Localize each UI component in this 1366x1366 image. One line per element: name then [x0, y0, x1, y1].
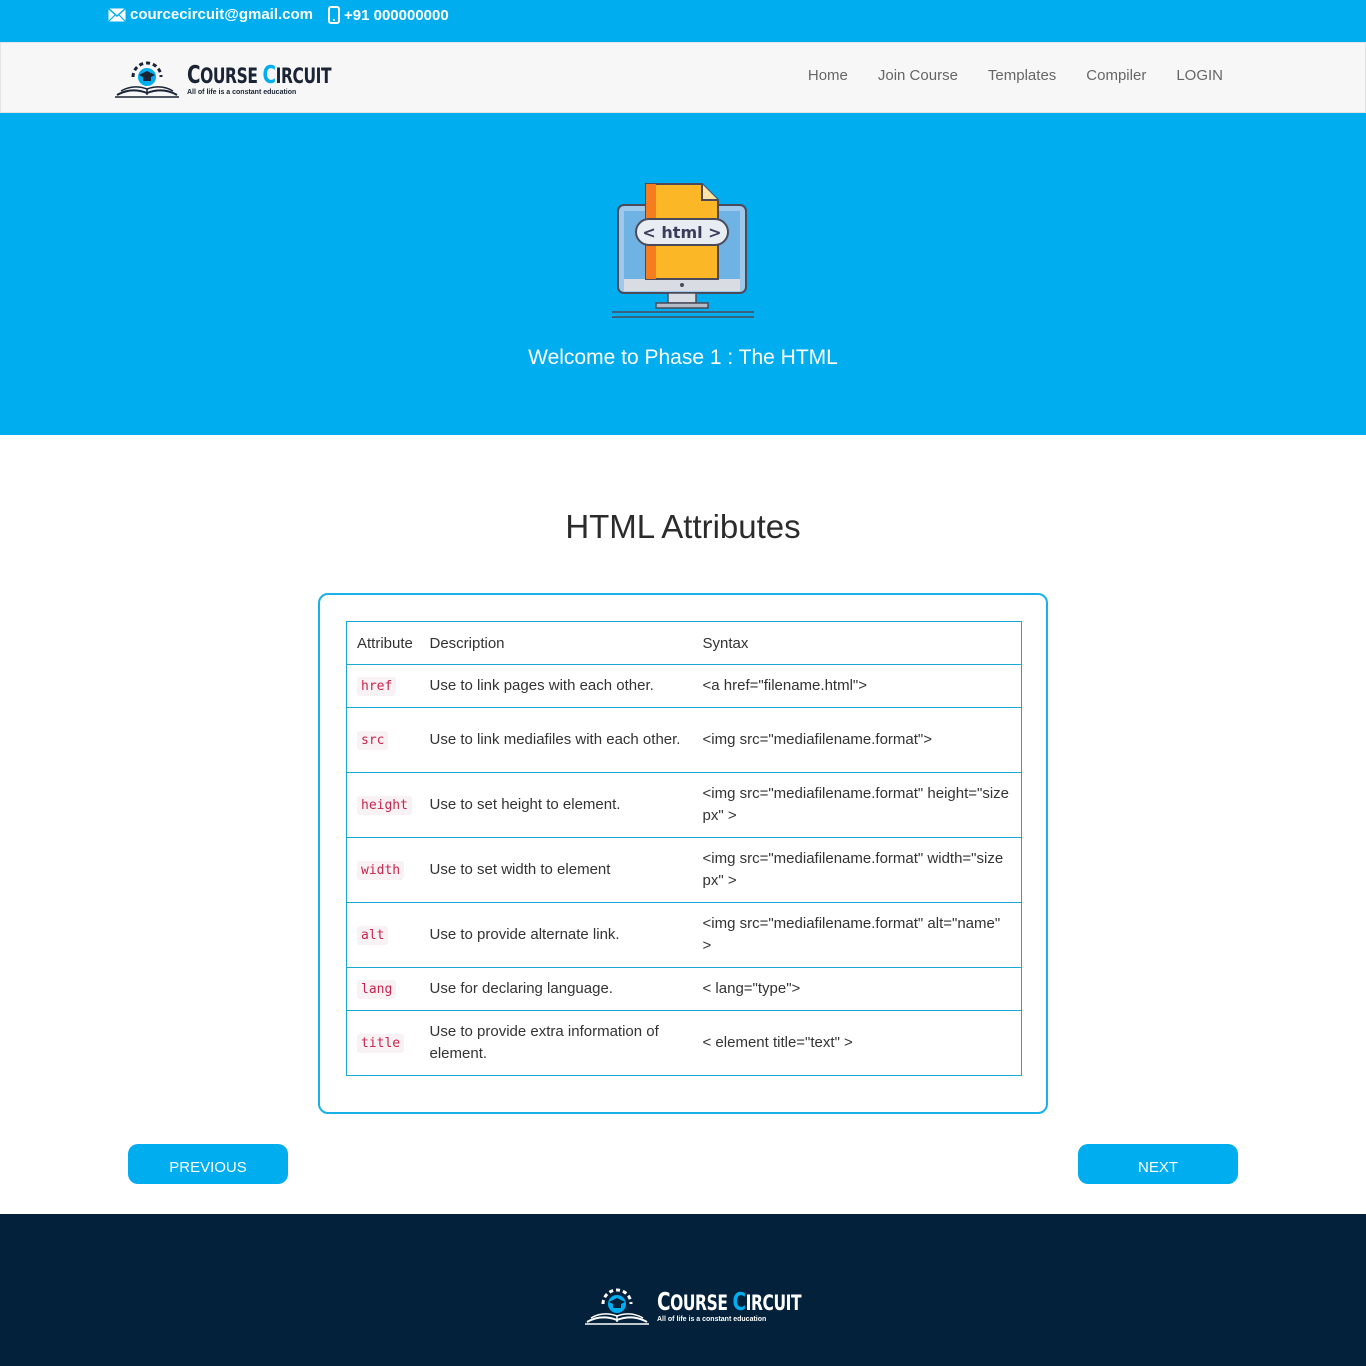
attribute-description: Use to link pages with each other.	[429, 664, 703, 708]
attribute-syntax: <img src="mediafilename.format" width="s…	[702, 837, 1022, 903]
attribute-code: height	[357, 795, 412, 815]
nav-templates[interactable]: Templates	[988, 67, 1056, 84]
table-row: lang Use for declaring language. < lang=…	[346, 967, 1022, 1011]
brand-name: COURSE CIRCUIT	[187, 60, 332, 89]
table-row: title Use to provide extra information o…	[346, 1010, 1022, 1076]
nav-login[interactable]: LOGIN	[1176, 67, 1223, 84]
header-description: Description	[429, 621, 703, 665]
contact-phone[interactable]: +91 000000000	[328, 6, 449, 24]
brand-logo[interactable]: COURSE CIRCUIT All of life is a constant…	[113, 57, 363, 101]
nav-compiler[interactable]: Compiler	[1086, 67, 1146, 84]
attribute-code: title	[357, 1033, 405, 1053]
attribute-description: Use to set height to element.	[429, 772, 703, 838]
attribute-syntax: < element title="text" >	[702, 1010, 1022, 1076]
footer: COURSE CIRCUIT All of life is a constant…	[0, 1214, 1366, 1366]
book-graduation-cap-icon	[115, 61, 179, 98]
attribute-description: Use to link mediafiles with each other.	[429, 707, 703, 773]
next-button[interactable]: NEXT	[1078, 1144, 1238, 1184]
attributes-card: Attribute Description Syntax href Use to…	[318, 593, 1048, 1114]
nav-join-course[interactable]: Join Course	[878, 67, 958, 84]
attribute-code: width	[357, 860, 405, 880]
attribute-syntax: < lang="type">	[702, 967, 1022, 1011]
brand-tagline: All of life is a constant education	[187, 89, 297, 96]
table-row: alt Use to provide alternate link. <img …	[346, 902, 1022, 968]
hero-banner: < html > Welcome to Phase 1 : The HTML	[0, 113, 1366, 435]
attribute-description: Use to provide alternate link.	[429, 902, 703, 968]
attribute-syntax: <img src="mediafilename.format">	[702, 707, 1022, 773]
attributes-table: Attribute Description Syntax href Use to…	[346, 621, 1022, 1076]
attribute-syntax: <img src="mediafilename.format" height="…	[702, 772, 1022, 838]
attribute-description: Use to provide extra information of elem…	[429, 1010, 703, 1076]
book-graduation-cap-icon	[585, 1288, 649, 1325]
attribute-syntax: <a href="filename.html">	[702, 664, 1022, 708]
attribute-code: href	[357, 676, 397, 696]
previous-button[interactable]: PREVIOUS	[128, 1144, 288, 1184]
attribute-code: alt	[357, 925, 389, 945]
footer-brand-tagline: All of life is a constant education	[657, 1316, 767, 1323]
header-syntax: Syntax	[702, 621, 1022, 665]
contact-email-text: courcecircuit@gmail.com	[130, 6, 314, 23]
table-header-row: Attribute Description Syntax	[346, 621, 1022, 665]
main-nav: Home Join Course Templates Compiler LOGI…	[808, 67, 1223, 84]
navbar: COURSE CIRCUIT All of life is a constant…	[0, 42, 1366, 113]
attribute-code: lang	[357, 979, 397, 999]
contact-email[interactable]: courcecircuit@gmail.com	[108, 6, 313, 23]
table-row: width Use to set width to element <img s…	[346, 837, 1022, 903]
svg-text:< html >: < html >	[642, 223, 721, 242]
footer-brand-name: COURSE CIRCUIT	[657, 1287, 802, 1316]
table-row: src Use to link mediafiles with each oth…	[346, 707, 1022, 773]
attribute-syntax: <img src="mediafilename.format" alt="nam…	[702, 902, 1022, 968]
hero-title: Welcome to Phase 1 : The HTML	[528, 346, 838, 369]
header-attribute: Attribute	[346, 621, 430, 665]
attribute-description: Use for declaring language.	[429, 967, 703, 1011]
table-row: height Use to set height to element. <im…	[346, 772, 1022, 838]
attribute-description: Use to set width to element	[429, 837, 703, 903]
footer-logo[interactable]: COURSE CIRCUIT All of life is a constant…	[583, 1284, 833, 1328]
mobile-phone-icon	[328, 6, 340, 24]
table-row: href Use to link pages with each other. …	[346, 664, 1022, 708]
html-monitor-icon: < html >	[612, 183, 754, 318]
page-title: HTML Attributes	[565, 508, 801, 545]
envelope-icon	[108, 7, 126, 22]
nav-home[interactable]: Home	[808, 67, 848, 84]
attribute-code: src	[357, 730, 389, 750]
contact-bar: courcecircuit@gmail.com +91 000000000	[0, 0, 1366, 42]
contact-phone-text: +91 000000000	[344, 6, 449, 24]
